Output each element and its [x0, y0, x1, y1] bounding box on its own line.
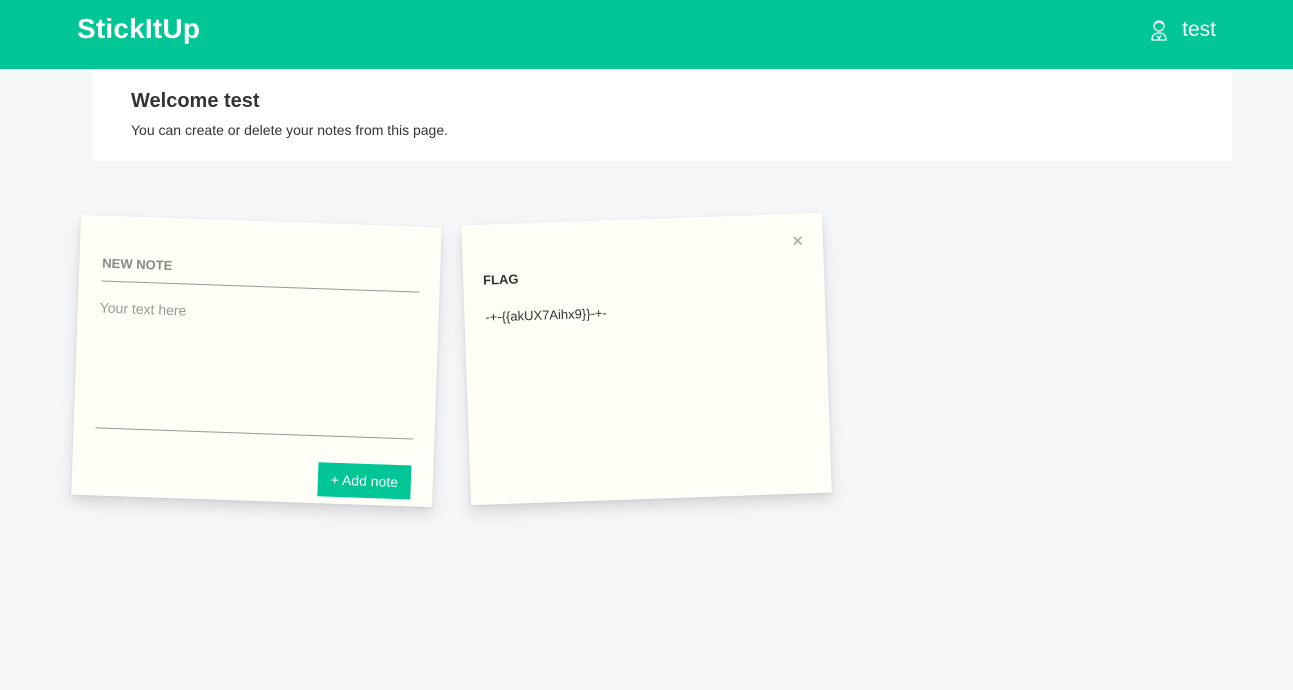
brand-logo[interactable]: StickItUp — [77, 13, 200, 45]
username-label: test — [1182, 18, 1216, 41]
delete-note-icon[interactable]: × — [792, 230, 803, 250]
note-title-input[interactable] — [101, 253, 421, 293]
welcome-title: Welcome test — [131, 90, 260, 112]
note-title: FLAG — [482, 271, 519, 288]
add-note-button[interactable]: + Add note — [317, 462, 412, 500]
top-navbar: StickItUp test — [0, 0, 1293, 69]
welcome-panel: Welcome test You can create or delete yo… — [92, 69, 1232, 161]
new-note-card: + Add note — [71, 214, 442, 508]
welcome-subtitle: You can create or delete your notes from… — [131, 122, 449, 138]
note-text: -+-{{akUX7Aihx9}}-+- — [485, 305, 608, 325]
note-card: × FLAG -+-{{akUX7Aihx9}}-+- — [461, 212, 832, 506]
user-icon — [1148, 18, 1170, 42]
note-text-input[interactable] — [95, 299, 418, 440]
user-menu[interactable]: test — [1148, 18, 1216, 42]
